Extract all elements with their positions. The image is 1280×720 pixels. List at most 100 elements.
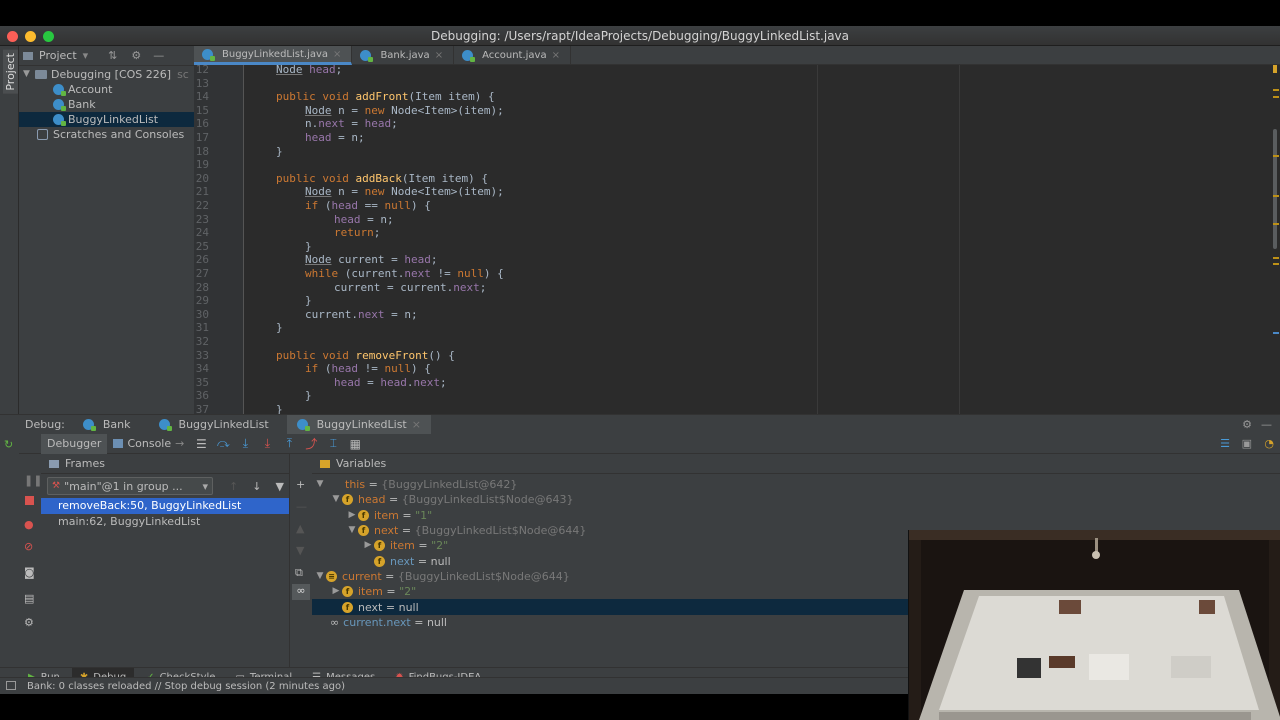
expand-arrow-icon[interactable]: ▼ xyxy=(346,523,358,538)
tree-item-buggylinkedlist[interactable]: BuggyLinkedList xyxy=(19,112,194,127)
copy-icon[interactable]: ⧉ xyxy=(295,566,303,580)
tree-item-scratches[interactable]: Scratches and Consoles xyxy=(19,127,194,142)
code-line[interactable]: } xyxy=(305,294,312,307)
expand-arrow-icon[interactable]: ▼ xyxy=(330,492,342,507)
code-editor[interactable]: 12 13 14 15 16 17 18 19 20 21 22 23 24 25 26 27 28 29 30 31… xyxy=(194,65,1280,414)
restore-layout-icon[interactable]: ▣ xyxy=(1242,437,1252,450)
collapse-all-icon[interactable]: ⇅ xyxy=(108,49,117,62)
tab-debugger[interactable]: Debugger xyxy=(41,433,108,454)
step-into-icon[interactable]: ⤓ xyxy=(234,436,256,451)
code-line[interactable]: public void addFront(Item item) { xyxy=(276,90,495,103)
zoom-window-button[interactable] xyxy=(43,31,54,42)
code-line[interactable]: if (head != null) { xyxy=(305,362,431,375)
move-down-icon[interactable]: ▼ xyxy=(296,544,304,557)
hide-panel-icon[interactable]: — xyxy=(1261,418,1272,431)
code-line[interactable]: current = current.next; xyxy=(334,281,486,294)
toggle-tool-windows-icon[interactable] xyxy=(6,681,16,690)
remove-watch-icon[interactable]: — xyxy=(296,500,307,513)
code-line[interactable]: while (current.next != null) { xyxy=(305,267,504,280)
view-breakpoints-icon[interactable]: ● xyxy=(24,518,34,531)
move-up-icon[interactable]: ▲ xyxy=(296,522,304,535)
project-tool-tab[interactable]: Project xyxy=(3,50,18,94)
code-line[interactable]: } xyxy=(276,145,283,158)
debug-action-strip: ↻ ▶ xyxy=(0,434,32,667)
code-line[interactable]: } xyxy=(276,321,283,334)
code-line[interactable]: public void addBack(Item item) { xyxy=(276,172,488,185)
camera-icon[interactable]: ◙ xyxy=(24,566,35,579)
code-line[interactable]: } xyxy=(276,403,283,414)
expand-arrow-icon[interactable]: ▼ xyxy=(23,67,35,82)
code-line[interactable]: return; xyxy=(334,226,380,239)
previous-frame-icon[interactable]: ↑ xyxy=(229,480,238,493)
filter-icon[interactable]: ▼ xyxy=(275,480,283,493)
hide-panel-icon[interactable]: — xyxy=(153,49,164,62)
pause-icon[interactable]: ❚❚ xyxy=(24,474,42,487)
code-line[interactable]: Node current = head; xyxy=(305,253,437,266)
tree-item-bank[interactable]: Bank xyxy=(19,97,194,112)
variable-row[interactable]: ▼ this = {BuggyLinkedList@642} xyxy=(312,477,1280,492)
code-line[interactable]: head = n; xyxy=(305,131,365,144)
tab-bank[interactable]: Bank.java × xyxy=(352,46,455,65)
gear-icon[interactable]: ⚙ xyxy=(1242,418,1252,431)
code-line[interactable]: current.next = n; xyxy=(305,308,418,321)
code-line[interactable]: Node n = new Node<Item>(item); xyxy=(305,104,504,117)
run-to-cursor-icon[interactable]: ⌶ xyxy=(322,436,344,451)
class-icon xyxy=(158,419,172,431)
code-line[interactable]: } xyxy=(305,389,312,402)
debug-session-tab-active[interactable]: BuggyLinkedList × xyxy=(286,414,431,435)
debug-session-tab[interactable]: BuggyLinkedList xyxy=(149,415,279,435)
code-line[interactable]: } xyxy=(305,240,312,253)
debug-session-tab[interactable]: Bank xyxy=(73,415,141,435)
close-tab-icon[interactable]: × xyxy=(412,418,421,431)
close-tab-icon[interactable]: × xyxy=(333,49,341,60)
thread-select[interactable]: ⚒ "main"@1 in group ... ▾ xyxy=(47,477,213,495)
close-tab-icon[interactable]: × xyxy=(435,50,443,61)
expand-arrow-icon[interactable]: ▼ xyxy=(314,477,326,492)
code-line[interactable]: head = head.next; xyxy=(334,376,447,389)
next-frame-icon[interactable]: ↓ xyxy=(252,480,261,493)
code-line[interactable]: n.next = head; xyxy=(305,117,398,130)
step-out-icon[interactable]: ⤒ xyxy=(278,436,300,451)
frame-row[interactable]: main:62, BuggyLinkedList xyxy=(41,514,289,530)
show-execution-point-icon[interactable]: ☰ xyxy=(190,437,212,451)
tree-root[interactable]: ▼ Debugging [COS 226] sc xyxy=(19,67,194,82)
tab-console[interactable]: Console → xyxy=(107,434,190,454)
close-tab-icon[interactable]: × xyxy=(552,50,560,61)
minimize-window-button[interactable] xyxy=(25,31,36,42)
code-line[interactable]: public void removeFront() { xyxy=(276,349,455,362)
editor-scrollbar[interactable] xyxy=(1272,65,1279,414)
mute-breakpoints-icon[interactable]: ⊘ xyxy=(24,540,33,553)
rerun-icon[interactable]: ↻ xyxy=(4,438,13,451)
step-over-icon[interactable]: ⤼ xyxy=(212,436,234,451)
code-line[interactable]: Node n = new Node<Item>(item); xyxy=(305,185,504,198)
add-watch-icon[interactable]: + xyxy=(296,478,305,491)
variables-icon xyxy=(320,459,330,468)
gear-icon[interactable]: ⚙ xyxy=(131,49,141,62)
project-view-select[interactable]: Project xyxy=(39,49,77,62)
class-icon xyxy=(360,50,374,62)
code-line[interactable]: head = n; xyxy=(334,213,394,226)
expand-arrow-icon[interactable]: ▶ xyxy=(346,508,358,523)
force-step-into-icon[interactable]: ⤓ xyxy=(256,436,278,451)
drop-frame-icon[interactable]: ⤴ xyxy=(300,435,322,452)
tab-buggylinkedlist[interactable]: BuggyLinkedList.java × xyxy=(194,46,353,65)
expand-arrow-icon[interactable]: ▼ xyxy=(314,569,326,584)
settings-icon[interactable]: ◔ xyxy=(1264,437,1274,450)
variable-row[interactable]: ▼ f head = {BuggyLinkedList$Node@643} xyxy=(312,492,1280,507)
stop-icon[interactable] xyxy=(25,496,34,505)
frame-row[interactable]: removeBack:50, BuggyLinkedList xyxy=(41,498,289,514)
chevron-down-icon[interactable]: ▾ xyxy=(83,49,89,62)
layout-icon[interactable]: ☰ xyxy=(1220,437,1230,450)
close-window-button[interactable] xyxy=(7,31,18,42)
expand-arrow-icon[interactable]: ▶ xyxy=(330,584,342,599)
show-watches-icon[interactable]: ∞ xyxy=(292,584,310,600)
evaluate-expression-icon[interactable]: ▦ xyxy=(344,437,366,451)
tab-account[interactable]: Account.java × xyxy=(454,46,571,65)
gear-icon[interactable]: ⚙ xyxy=(24,616,34,629)
code-line[interactable]: if (head == null) { xyxy=(305,199,431,212)
variable-row[interactable]: ▶ f item = "1" xyxy=(312,508,1280,523)
code-line[interactable]: Node head; xyxy=(276,65,342,76)
layout-settings-icon[interactable]: ▤ xyxy=(24,592,34,605)
tree-item-account[interactable]: Account xyxy=(19,82,194,97)
expand-arrow-icon[interactable]: ▶ xyxy=(362,538,374,553)
